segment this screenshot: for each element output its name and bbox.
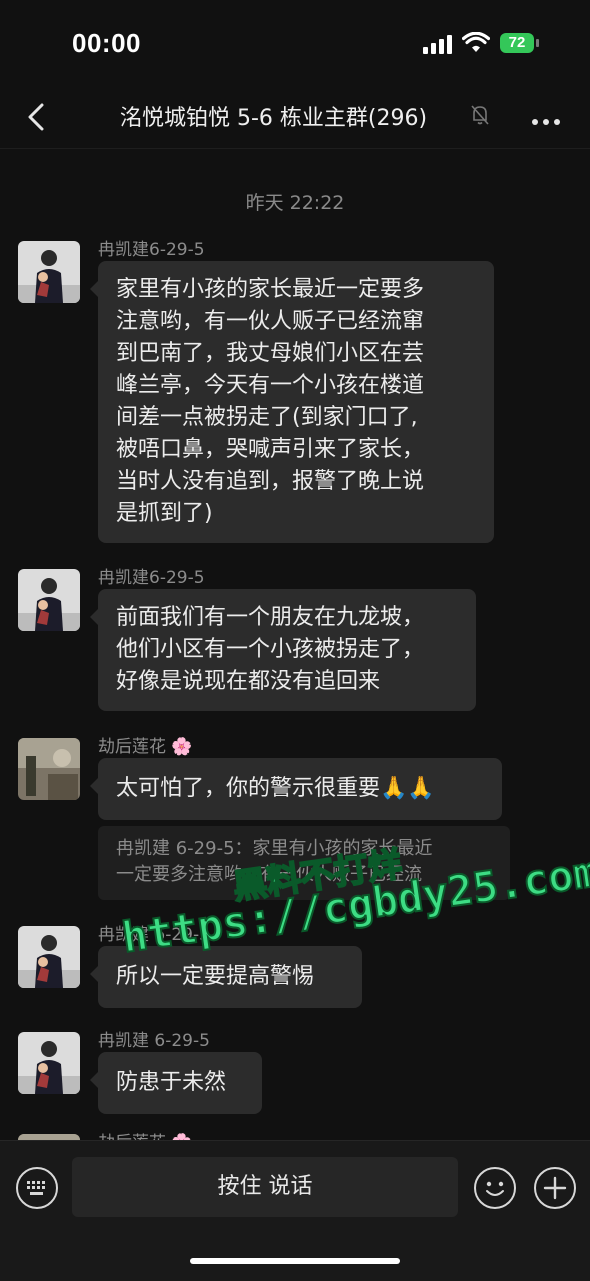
avatar[interactable] (18, 926, 80, 988)
home-indicator (190, 1258, 400, 1264)
message-bubble[interactable]: 家里有小孩的家长最近一定要多 注意哟，有一伙人贩子已经流窜 到巴南了，我丈母娘们… (90, 261, 494, 543)
avatar[interactable] (18, 241, 80, 303)
chat-area[interactable]: 昨天 22:22 冉凯建6-29-5 家里有小孩的家长最近一定要多 注意哟，有一… (0, 148, 590, 1140)
sender-name: 冉凯建 6-29-5 (98, 925, 210, 945)
message-line: 防患于未然 (116, 1070, 227, 1095)
sender-name: 冉凯建6-29-5 (98, 568, 205, 588)
message-bubble[interactable]: 所以一定要提高警惕 (90, 946, 362, 1008)
emoji-button[interactable] (474, 1167, 516, 1209)
message-line: 前面我们有一个朋友在九龙坡， (116, 605, 425, 630)
battery-icon: 72 (500, 33, 534, 53)
message-line: 注意哟，有一伙人贩子已经流窜 (116, 309, 425, 334)
signal-icon (423, 34, 453, 54)
message-line: 是抓到了) (116, 501, 213, 526)
more-actions-button[interactable] (534, 1167, 576, 1209)
message-line: 好像是说现在都没有追回来 (116, 669, 381, 694)
battery-tip (536, 39, 539, 47)
sender-name: 冉凯建6-29-5 (98, 240, 205, 260)
avatar[interactable] (18, 1032, 80, 1094)
sender-name: 劫后莲花 🌸 (98, 737, 193, 757)
hold-to-talk-button[interactable]: 按住 说话 (72, 1157, 458, 1217)
wifi-icon (462, 32, 490, 52)
emoji-icon (486, 1181, 504, 1196)
keyboard-icon (27, 1181, 45, 1195)
plus-icon (543, 1176, 567, 1200)
message-bubble[interactable]: 太可怕了，你的警示很重要🙏🙏 (90, 758, 502, 820)
avatar[interactable] (18, 569, 80, 631)
message-line: 家里有小孩的家长最近一定要多 (116, 277, 425, 302)
chat-timestamp: 昨天 22:22 (245, 192, 345, 214)
keyboard-toggle-button[interactable] (16, 1167, 58, 1209)
message-bubble[interactable]: 前面我们有一个朋友在九龙坡， 他们小区有一个小孩被拐走了， 好像是说现在都没有追… (90, 589, 476, 711)
message-line: 当时人没有追到，报警了晚上说 (116, 469, 425, 494)
message-line: 峰兰亭，今天有一个小孩在楼道 (116, 373, 425, 398)
quote-line: 冉凯建 6-29-5：家里有小孩的家长最近 (116, 838, 433, 859)
message-line: 他们小区有一个小孩被拐走了， (116, 637, 425, 662)
back-arrow-icon[interactable] (22, 100, 52, 134)
mute-bell-icon (471, 105, 489, 125)
message-bubble[interactable]: 防患于未然 (90, 1052, 262, 1114)
chat-header: 洺悦城铂悦 5-6 栋业主群(296) (0, 88, 590, 149)
message-line: 所以一定要提高警惕 (116, 964, 315, 989)
chat-title: 洺悦城铂悦 5-6 栋业主群(296) (120, 106, 428, 131)
avatar[interactable] (18, 738, 80, 800)
message-line: 太可怕了，你的警示很重要🙏🙏 (116, 776, 435, 801)
status-time: 00:00 (72, 28, 141, 58)
message-line: 间差一点被拐走了(到家门口了, (116, 405, 418, 430)
quoted-message[interactable]: 冉凯建 6-29-5：家里有小孩的家长最近 一定要多注意哟，有一伙人贩子已经流 (98, 826, 510, 900)
more-options-icon[interactable] (532, 110, 565, 129)
sender-name: 劫后莲花 🌸 (98, 1128, 193, 1140)
status-bar: 00:00 72 (0, 0, 590, 88)
quote-line: 一定要多注意哟，有一伙人贩子已经流 (116, 864, 422, 885)
sender-name: 冉凯建 6-29-5 (98, 1031, 210, 1051)
message-line: 被唔口鼻，哭喊声引来了家长， (116, 437, 425, 462)
message-line: 到巴南了，我丈母娘们小区在芸 (116, 341, 425, 366)
